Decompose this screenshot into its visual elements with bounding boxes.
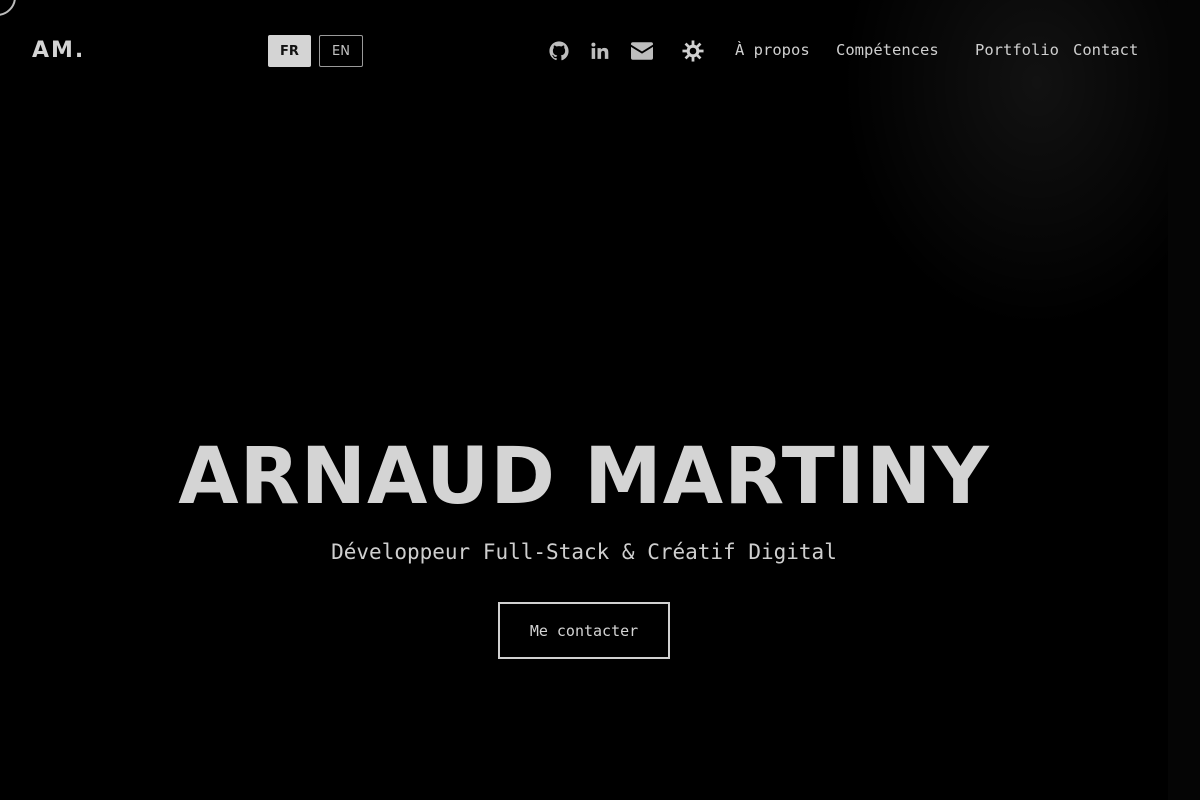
hero-subtitle: Développeur Full-Stack & Créatif Digital bbox=[331, 540, 837, 564]
nav-link-contact[interactable]: Contact bbox=[1073, 41, 1138, 59]
mail-icon[interactable] bbox=[631, 40, 653, 62]
language-en-button[interactable]: EN bbox=[319, 35, 363, 67]
cursor-ring-icon bbox=[0, 0, 16, 16]
page: AM. FR EN À propos Compétences Portfolio… bbox=[0, 0, 1200, 800]
github-icon[interactable] bbox=[548, 40, 570, 62]
nav-link-skills[interactable]: Compétences bbox=[836, 41, 939, 59]
scrollbar-track[interactable] bbox=[1168, 0, 1200, 800]
linkedin-icon[interactable] bbox=[589, 40, 611, 62]
nav-link-portfolio[interactable]: Portfolio bbox=[975, 41, 1059, 59]
language-fr-button[interactable]: FR bbox=[268, 35, 311, 67]
sun-icon[interactable] bbox=[682, 40, 704, 62]
contact-me-button[interactable]: Me contacter bbox=[498, 602, 670, 659]
nav-link-about[interactable]: À propos bbox=[735, 41, 810, 59]
hero-title: ARNAUD MARTINY bbox=[178, 432, 990, 522]
site-logo[interactable]: AM. bbox=[32, 38, 85, 63]
